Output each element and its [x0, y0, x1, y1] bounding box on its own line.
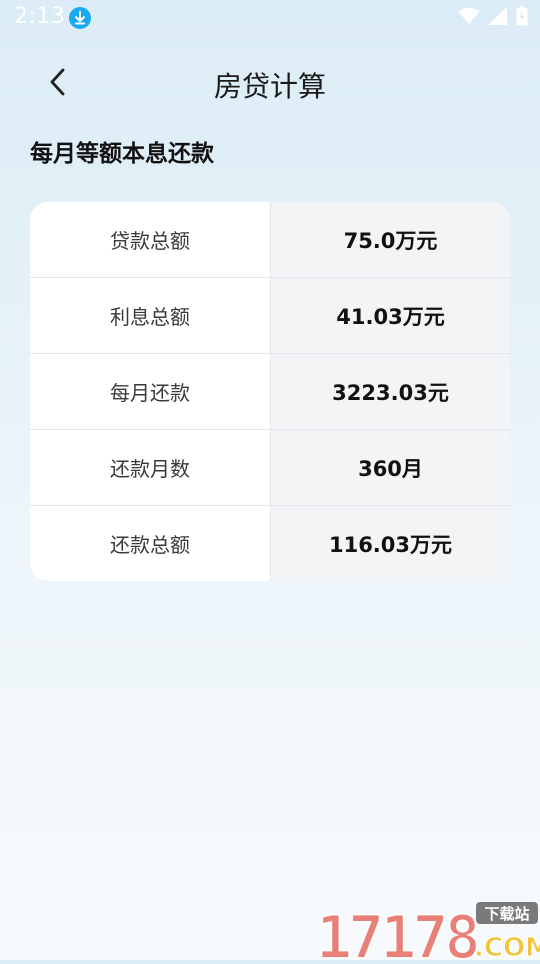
table-row: 还款总额 116.03万元: [30, 506, 510, 581]
table-row: 还款月数 360月: [30, 430, 510, 506]
table-row: 每月还款 3223.03元: [30, 354, 510, 430]
row-label: 利息总额: [30, 278, 271, 353]
result-table: 贷款总额 75.0万元 利息总额 41.03万元 每月还款 3223.03元 还…: [30, 202, 510, 581]
row-value: 116.03万元: [271, 506, 510, 581]
row-value: 41.03万元: [271, 278, 510, 353]
svg-text:下载站: 下载站: [484, 905, 529, 923]
svg-text:.COM: .COM: [474, 933, 540, 960]
status-icons: [458, 6, 528, 30]
table-row: 贷款总额 75.0万元: [30, 202, 510, 278]
row-value: 360月: [271, 430, 510, 505]
table-row: 利息总额 41.03万元: [30, 278, 510, 354]
wifi-icon: [458, 7, 480, 29]
signal-icon: [488, 7, 508, 29]
row-value: 75.0万元: [271, 202, 510, 277]
page-title: 房贷计算: [213, 70, 326, 103]
svg-text:17178: 17178: [316, 903, 477, 960]
section-title: 每月等额本息还款: [30, 141, 214, 167]
app-bar: 房贷计算: [0, 50, 540, 116]
watermark-logo: 17178 下载站 .COM: [315, 900, 540, 964]
row-value: 3223.03元: [271, 354, 510, 429]
row-label: 还款总额: [30, 506, 271, 581]
download-icon: [69, 7, 91, 29]
row-label: 每月还款: [30, 354, 271, 429]
row-label: 还款月数: [30, 430, 271, 505]
row-label: 贷款总额: [30, 202, 271, 277]
status-time: 2:13: [14, 4, 66, 29]
status-bar: 2:13: [0, 0, 540, 38]
battery-icon: [516, 6, 528, 30]
